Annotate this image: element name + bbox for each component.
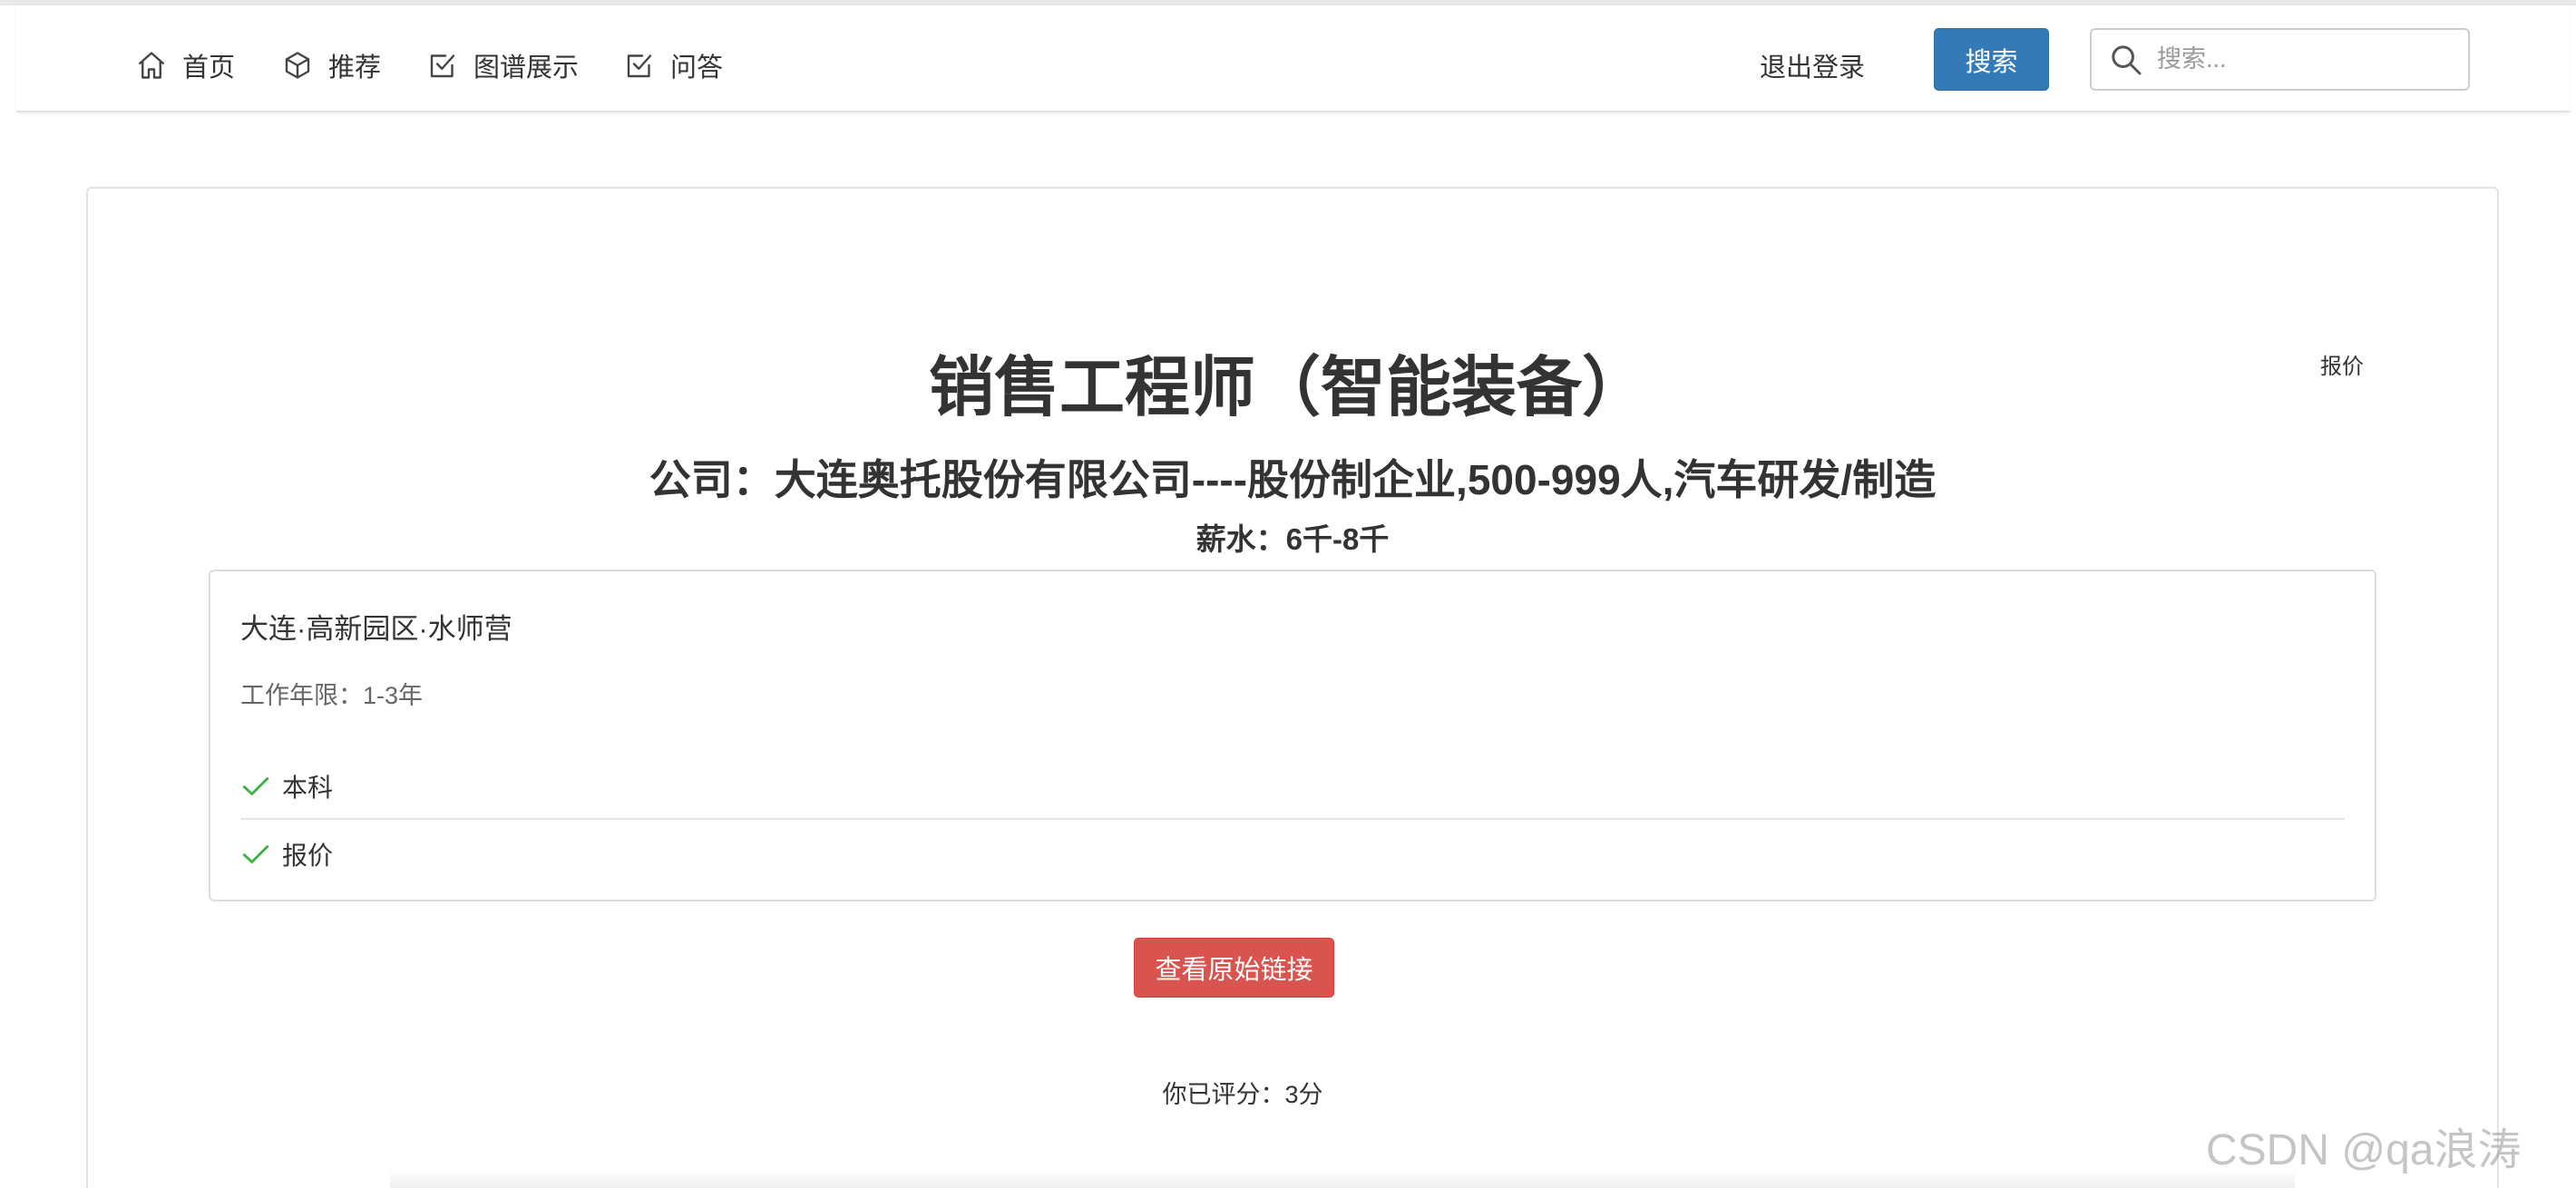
bottom-shadow <box>390 1170 2295 1188</box>
nav-item-qa[interactable]: 问答 <box>623 42 723 89</box>
nav-item-label: 首页 <box>182 54 236 83</box>
view-original-link-button[interactable]: 查看原始链接 <box>1134 938 1334 998</box>
nav-item-label: 问答 <box>670 54 724 83</box>
watermark: CSDN @qa浪涛 <box>2206 1126 2522 1174</box>
search-box <box>2090 28 2470 91</box>
nav-item-label: 图谱展示 <box>473 54 580 83</box>
job-location: 大连·高新园区·水师营 <box>240 613 512 645</box>
search-button[interactable]: 搜索 <box>1934 28 2049 91</box>
search-input[interactable] <box>2157 32 2456 87</box>
job-detail-card: 大连·高新园区·水师营 工作年限：1-3年 本科 报价 <box>209 570 2376 901</box>
home-icon <box>135 49 168 82</box>
checkbox-icon <box>623 49 656 82</box>
salary-info: 薪水：6千-8千 <box>1195 522 1390 556</box>
nav-item-home[interactable]: 首页 <box>135 42 235 89</box>
check-icon <box>240 771 271 802</box>
navbar: 首页 推荐 图谱展示 问答 退出登录 搜索 搜索... <box>16 5 2570 112</box>
nav-item-recommend[interactable]: 推荐 <box>281 42 381 89</box>
job-title: 销售工程师（智能装备） <box>928 352 1647 424</box>
check-icon <box>240 839 271 870</box>
rating-text: 你已评分：3分 <box>1162 1081 1323 1108</box>
nav-item-label: 推荐 <box>328 54 382 83</box>
quote-link[interactable]: 报价 <box>2320 348 2364 380</box>
work-experience: 工作年限：1-3年 <box>240 682 424 709</box>
page: 首页 推荐 图谱展示 问答 退出登录 搜索 搜索... 销售工程师（智能装备） … <box>0 0 2576 1188</box>
requirement-label: 本科 <box>282 774 334 802</box>
requirement-item: 本科 <box>240 755 2345 820</box>
cube-icon <box>281 49 314 82</box>
nav-item-graph[interactable]: 图谱展示 <box>426 42 579 89</box>
company-info: 公司：大连奥托股份有限公司----股份制企业,500-999人,汽车研发/制造 <box>649 456 1937 503</box>
search-icon <box>2108 42 2144 78</box>
requirement-item: 报价 <box>240 822 2345 887</box>
logout-link[interactable]: 退出登录 <box>1760 42 1865 89</box>
checkbox-icon <box>426 49 459 82</box>
requirement-label: 报价 <box>282 842 334 870</box>
